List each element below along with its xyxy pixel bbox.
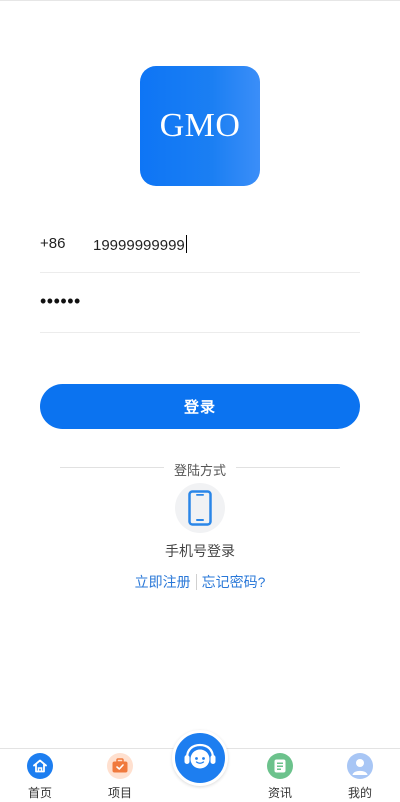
password-input[interactable]: •••••• — [40, 291, 81, 312]
tab-mine-label: 我的 — [347, 786, 372, 800]
customer-service-button[interactable] — [172, 730, 228, 786]
logo-text: GMO — [159, 107, 241, 144]
login-methods-title: 登陆方式 — [173, 463, 226, 478]
link-separator — [195, 574, 197, 590]
phone-input-value: 19999999999 — [93, 237, 185, 254]
tab-mine[interactable]: 我的 — [320, 749, 400, 802]
forgot-password-link[interactable]: 忘记密码? — [202, 572, 266, 592]
phone-login-label: 手机号登录 — [165, 543, 235, 559]
account-links: 立即注册 忘记密码? — [0, 572, 400, 592]
mobile-phone-icon — [188, 490, 212, 526]
login-button[interactable]: 登录 — [40, 384, 360, 429]
tab-home[interactable]: 首页 — [0, 749, 80, 802]
home-icon — [27, 753, 53, 779]
register-link[interactable]: 立即注册 — [135, 572, 191, 592]
text-caret — [185, 235, 187, 253]
app-logo: GMO — [140, 66, 260, 186]
tab-project-label: 项目 — [107, 786, 132, 800]
phone-field[interactable]: +86 19999999999 — [40, 213, 360, 273]
customer-service-icon — [184, 743, 216, 769]
tab-project[interactable]: 项目 — [80, 749, 160, 802]
country-code[interactable]: +86 — [40, 235, 65, 252]
user-icon — [347, 753, 373, 779]
divider-right — [236, 467, 340, 468]
top-divider — [0, 0, 400, 1]
password-field[interactable]: •••••• — [40, 273, 360, 333]
tab-home-label: 首页 — [27, 786, 52, 800]
tab-news[interactable]: 资讯 — [240, 749, 320, 802]
project-icon — [107, 753, 133, 779]
news-icon — [267, 753, 293, 779]
phone-input[interactable]: 19999999999 — [93, 235, 187, 254]
tab-news-label: 资讯 — [267, 786, 292, 800]
phone-login-button[interactable] — [175, 483, 225, 533]
